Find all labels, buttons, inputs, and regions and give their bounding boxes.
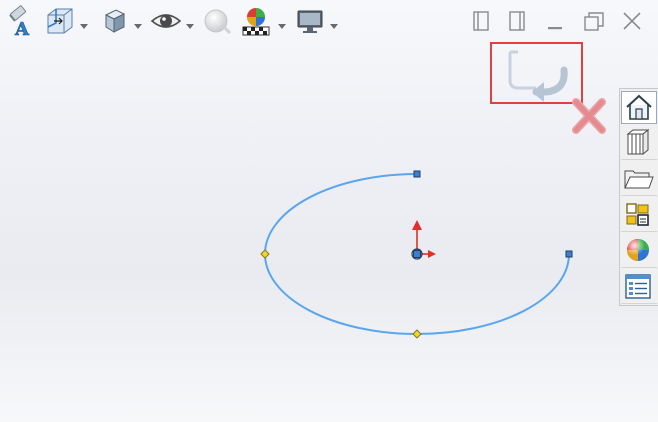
- tab-appearances[interactable]: [621, 235, 657, 268]
- tab-file-explorer[interactable]: [621, 163, 657, 196]
- home-icon: [626, 94, 652, 120]
- library-books-icon: [626, 128, 650, 156]
- appearances-sphere-icon: [627, 239, 649, 261]
- center-point-handle[interactable]: [411, 248, 423, 260]
- arc-end-point-handle[interactable]: [565, 250, 573, 258]
- major-axis-point-handle[interactable]: [260, 249, 270, 259]
- tab-view-palette[interactable]: [621, 199, 657, 232]
- custom-properties-icon: [625, 274, 651, 299]
- tab-design-library[interactable]: [621, 127, 657, 160]
- sketch-canvas[interactable]: [0, 0, 658, 422]
- graphics-area[interactable]: A: [0, 0, 658, 422]
- tab-custom-properties[interactable]: [621, 271, 657, 304]
- tab-solidworks-resources[interactable]: [621, 91, 657, 124]
- task-pane-tabs: [619, 88, 658, 306]
- arc-start-point-handle[interactable]: [413, 170, 421, 178]
- minor-axis-point-handle[interactable]: [412, 329, 422, 339]
- view-palette-icon: [626, 203, 649, 226]
- folder-icon: [624, 170, 654, 189]
